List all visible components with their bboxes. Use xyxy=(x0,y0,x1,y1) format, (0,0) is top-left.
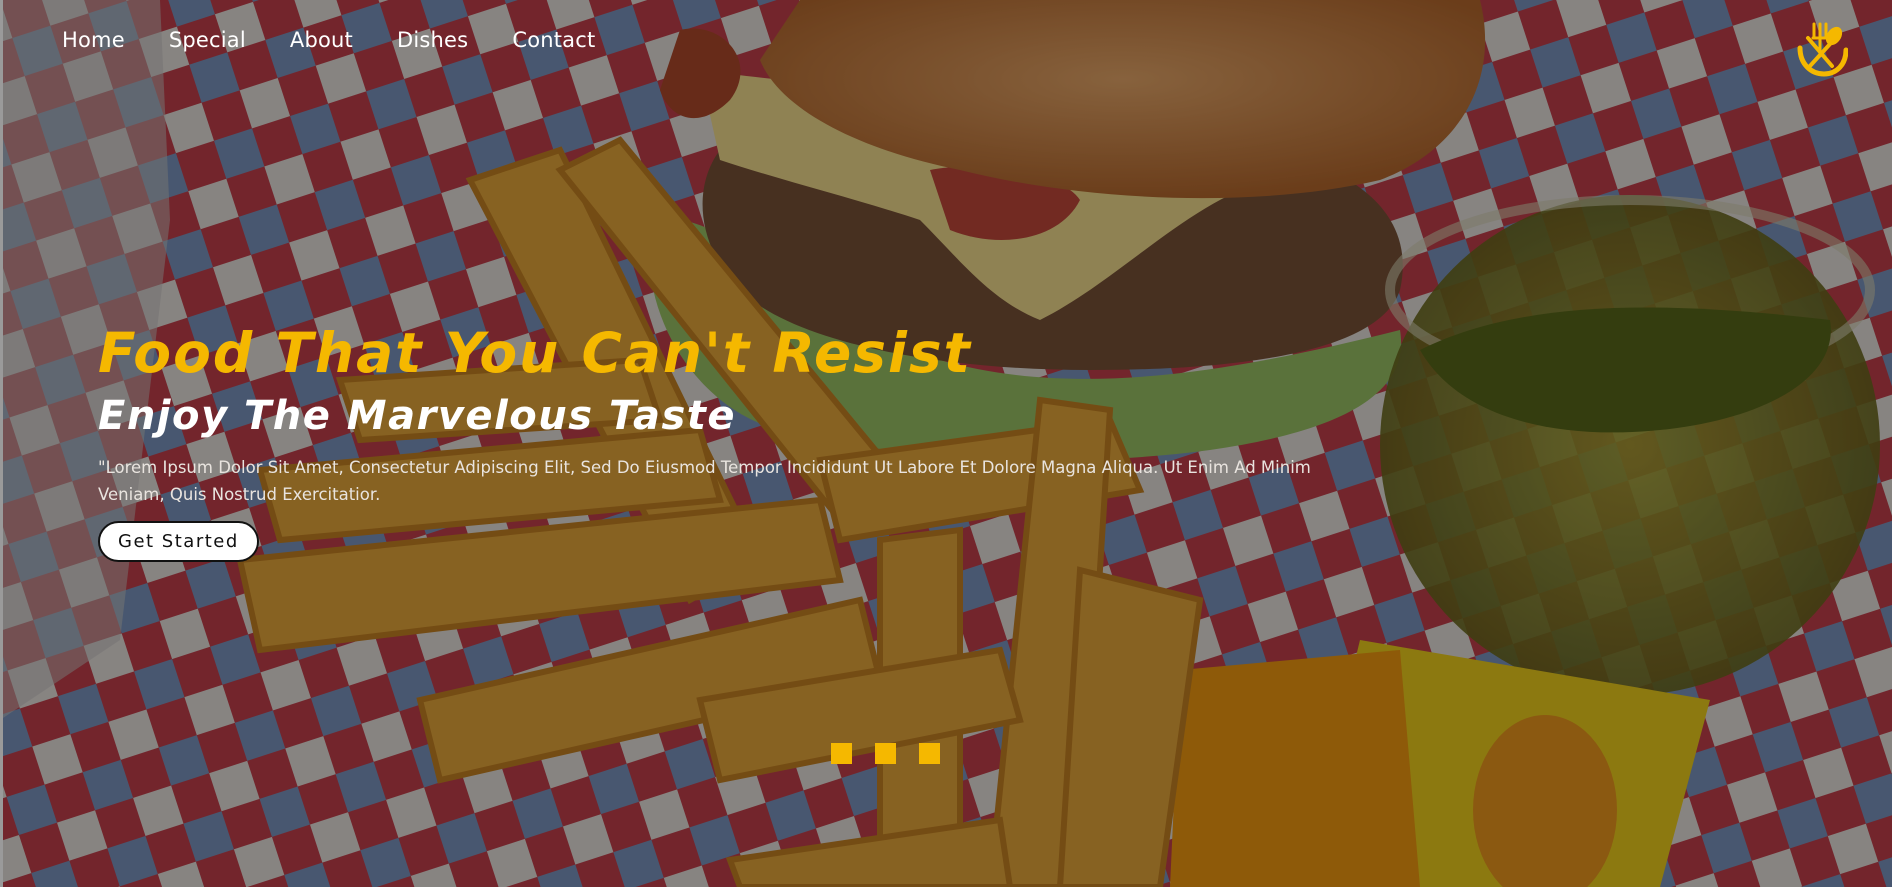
nav-home-link[interactable]: Home xyxy=(62,28,125,52)
slider-dot-2[interactable] xyxy=(875,743,896,764)
nav-contact-link[interactable]: Contact xyxy=(512,28,595,52)
nav-dishes-link[interactable]: Dishes xyxy=(397,28,468,52)
left-edge-divider xyxy=(0,0,3,887)
nav-special-link[interactable]: Special xyxy=(169,28,246,52)
fork-spoon-logo-icon[interactable] xyxy=(1794,20,1848,78)
slider-dot-3[interactable] xyxy=(919,743,940,764)
hero-content: Food That You Can't Resist Enjoy The Mar… xyxy=(98,318,1398,562)
slider-dots xyxy=(831,743,940,764)
nav-about-link[interactable]: About xyxy=(290,28,353,52)
hero-description: "Lorem Ipsum Dolor Sit Amet, Consectetur… xyxy=(98,458,1311,504)
hero-section: Home Special About Dishes Contact Food T… xyxy=(0,0,1892,887)
get-started-button[interactable]: Get Started xyxy=(98,521,259,562)
hero-title: Food That You Can't Resist xyxy=(98,321,972,385)
slider-dot-1[interactable] xyxy=(831,743,852,764)
main-nav: Home Special About Dishes Contact xyxy=(62,28,639,52)
hero-subtitle: Enjoy The Marvelous Taste xyxy=(98,393,737,439)
